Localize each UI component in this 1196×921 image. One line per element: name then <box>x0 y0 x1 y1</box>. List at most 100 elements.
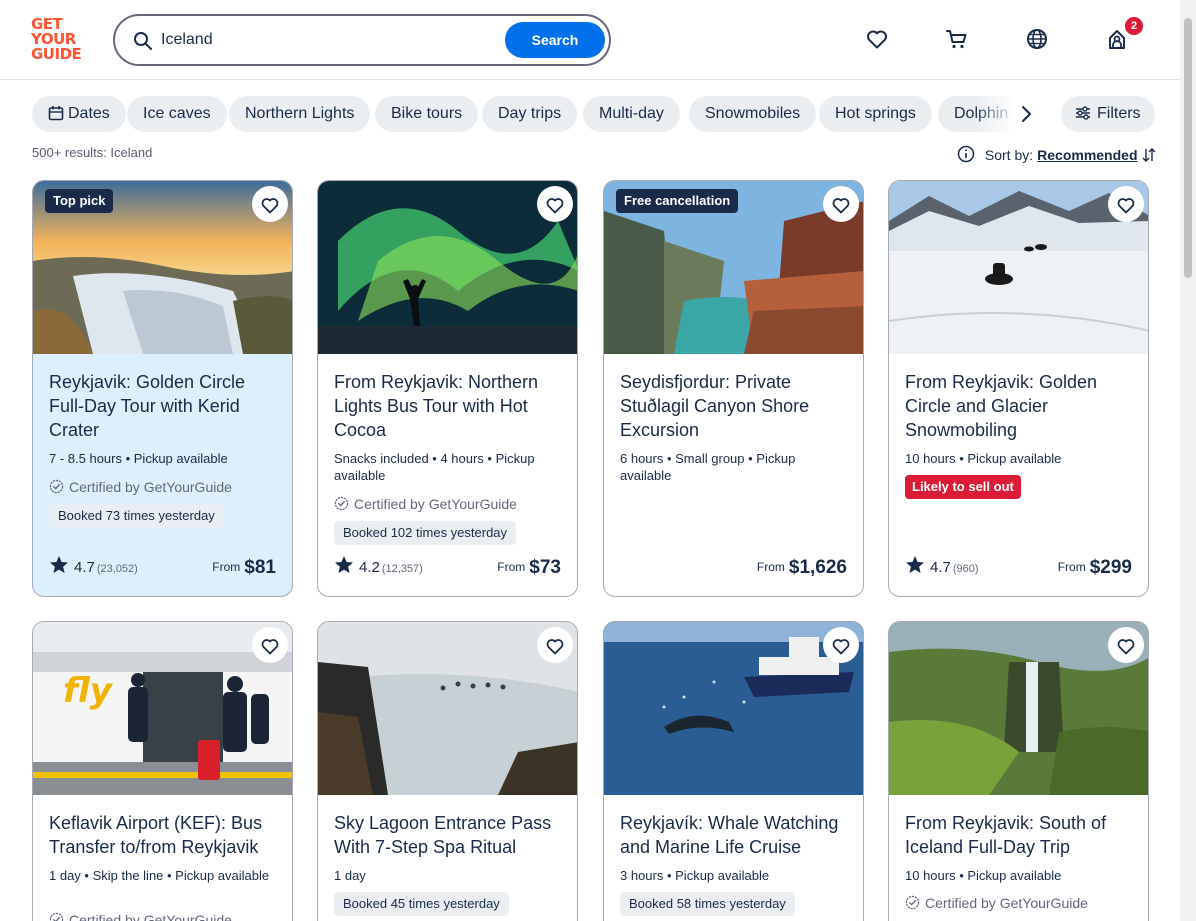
rating: 4.7 (23,052) <box>49 555 138 576</box>
wishlist-button[interactable] <box>1108 627 1144 663</box>
rating-value: 4.7 <box>74 559 95 576</box>
calendar-icon <box>48 106 64 121</box>
price-prefix: From <box>1057 560 1086 574</box>
booked-badge: Booked 102 times yesterday <box>334 521 517 545</box>
booked-badge: Booked 45 times yesterday <box>334 892 509 916</box>
heart-icon <box>545 195 565 215</box>
certified-icon <box>49 912 64 921</box>
wishlist-button[interactable] <box>537 627 573 663</box>
card-meta: 1 day <box>334 868 366 883</box>
price-prefix: From <box>497 560 526 574</box>
rating-value: 4.2 <box>359 559 380 576</box>
wishlist-button[interactable] <box>252 186 288 222</box>
heart-icon <box>1116 636 1136 656</box>
globe-icon[interactable] <box>1025 27 1049 51</box>
activity-card[interactable]: From Reykjavik: Northern Lights Bus Tour… <box>317 180 578 597</box>
card-meta: 7 - 8.5 hours • Pickup available <box>49 451 228 466</box>
activity-card[interactable]: Free cancellation Seydisfjordur: Private… <box>603 180 864 597</box>
price-value: $299 <box>1089 557 1132 578</box>
chip-bike-tours[interactable]: Bike tours <box>375 96 479 132</box>
star-icon <box>49 555 69 575</box>
svg-text:fly: fly <box>63 671 114 711</box>
activity-card[interactable]: fly Keflavik Airport (KEF): Bus Transfer… <box>32 621 293 921</box>
sort-label: Sort by: <box>984 147 1034 163</box>
certified-text: Certified by GetYourGuide <box>925 895 1088 911</box>
results-count: 500+ results: Iceland <box>32 145 153 160</box>
booked-badge: Booked 58 times yesterday <box>620 892 795 916</box>
header: GET YOUR GUIDE Iceland Search 2 <box>0 0 1180 80</box>
chip-multi-day[interactable]: Multi-day <box>583 96 680 132</box>
info-icon[interactable] <box>957 145 975 163</box>
wishlist-button[interactable] <box>823 627 859 663</box>
search-icon <box>134 32 152 50</box>
certified-label: Certified by GetYourGuide <box>49 479 232 495</box>
filters-label: Filters <box>1097 105 1141 122</box>
activity-card[interactable]: Reykjavík: Whale Watching and Marine Lif… <box>603 621 864 921</box>
certified-label: Certified by GetYourGuide <box>905 895 1088 911</box>
wishlist-button[interactable] <box>537 186 573 222</box>
card-meta: 6 hours • Small group • Pickup available <box>620 451 796 483</box>
free-cancellation-badge: Free cancellation <box>616 189 739 213</box>
card-title[interactable]: Reykjavik: Golden Circle Full-Day Tour w… <box>49 370 279 442</box>
heart-icon <box>545 636 565 656</box>
activity-card[interactable]: Top pick Reykjavik: Golden Circle Full-D… <box>32 180 293 597</box>
page-scrollbar[interactable] <box>1180 0 1196 921</box>
certified-label: Certified by GetYourGuide <box>334 496 517 512</box>
chip-northern-lights[interactable]: Northern Lights <box>229 96 371 132</box>
star-icon <box>905 555 925 575</box>
scrollbar-thumb[interactable] <box>1184 18 1192 278</box>
heart-icon[interactable] <box>865 27 889 51</box>
card-title[interactable]: Reykjavík: Whale Watching and Marine Lif… <box>620 811 850 859</box>
certified-icon <box>49 479 64 494</box>
sort-control[interactable]: Sort by: Recommended <box>957 145 1157 163</box>
chip-hot-springs[interactable]: Hot springs <box>819 96 932 132</box>
sort-value[interactable]: Recommended <box>1037 147 1137 163</box>
activity-card[interactable]: From Reykjavik: South of Iceland Full-Da… <box>888 621 1149 921</box>
rating: 4.7 (960) <box>905 555 979 576</box>
search-input[interactable]: Iceland <box>161 31 213 49</box>
wishlist-button[interactable] <box>252 627 288 663</box>
getyourguide-logo[interactable]: GET YOUR GUIDE <box>31 17 89 62</box>
card-title[interactable]: From Reykjavik: South of Iceland Full-Da… <box>905 811 1135 859</box>
likely-to-sell-out-badge: Likely to sell out <box>905 475 1021 499</box>
price-value: $81 <box>244 557 276 578</box>
cart-icon[interactable] <box>945 27 969 51</box>
logo-line-3: GUIDE <box>31 45 82 63</box>
card-meta: 1 day • Skip the line • Pickup available <box>49 868 270 883</box>
filters-button[interactable]: Filters <box>1061 96 1155 132</box>
activity-card[interactable]: Sky Lagoon Entrance Pass With 7-Step Spa… <box>317 621 578 921</box>
heart-icon <box>1116 195 1136 215</box>
card-title[interactable]: Keflavik Airport (KEF): Bus Transfer to/… <box>49 811 279 859</box>
card-title[interactable]: From Reykjavik: Golden Circle and Glacie… <box>905 370 1135 442</box>
rating: 4.2 (12,357) <box>334 555 423 576</box>
sort-arrows-icon[interactable] <box>1141 147 1157 163</box>
heart-icon <box>260 636 280 656</box>
card-title[interactable]: Seydisfjordur: Private Stuðlagil Canyon … <box>620 370 850 442</box>
chip-day-trips[interactable]: Day trips <box>482 96 578 132</box>
star-icon <box>334 555 354 575</box>
card-title[interactable]: From Reykjavik: Northern Lights Bus Tour… <box>334 370 564 442</box>
card-meta: 10 hours • Pickup available <box>905 868 1062 883</box>
filters-icon <box>1076 106 1090 120</box>
review-count: (960) <box>952 563 979 575</box>
search-bar[interactable]: Iceland Search <box>113 14 611 66</box>
wishlist-button[interactable] <box>823 186 859 222</box>
wishlist-button[interactable] <box>1108 186 1144 222</box>
heart-icon <box>831 195 851 215</box>
cart-count-badge: 2 <box>1125 17 1143 35</box>
chevron-right-icon[interactable] <box>1016 104 1036 124</box>
chip-dates[interactable]: Dates <box>32 96 126 132</box>
card-title[interactable]: Sky Lagoon Entrance Pass With 7-Step Spa… <box>334 811 564 859</box>
price-prefix: From <box>212 560 241 574</box>
price: From $81 <box>212 557 276 579</box>
review-count: (23,052) <box>96 563 138 575</box>
chip-ice-caves[interactable]: Ice caves <box>127 96 227 132</box>
search-button[interactable]: Search <box>505 22 605 58</box>
chip-snowmobiles[interactable]: Snowmobiles <box>689 96 817 132</box>
certified-text: Certified by GetYourGuide <box>354 496 517 512</box>
card-meta: 10 hours • Pickup available <box>905 451 1062 466</box>
card-meta: 3 hours • Pickup available <box>620 868 770 883</box>
activity-card[interactable]: From Reykjavik: Golden Circle and Glacie… <box>888 180 1149 597</box>
chip-label: Dates <box>68 105 110 122</box>
review-count: (12,357) <box>381 563 423 575</box>
